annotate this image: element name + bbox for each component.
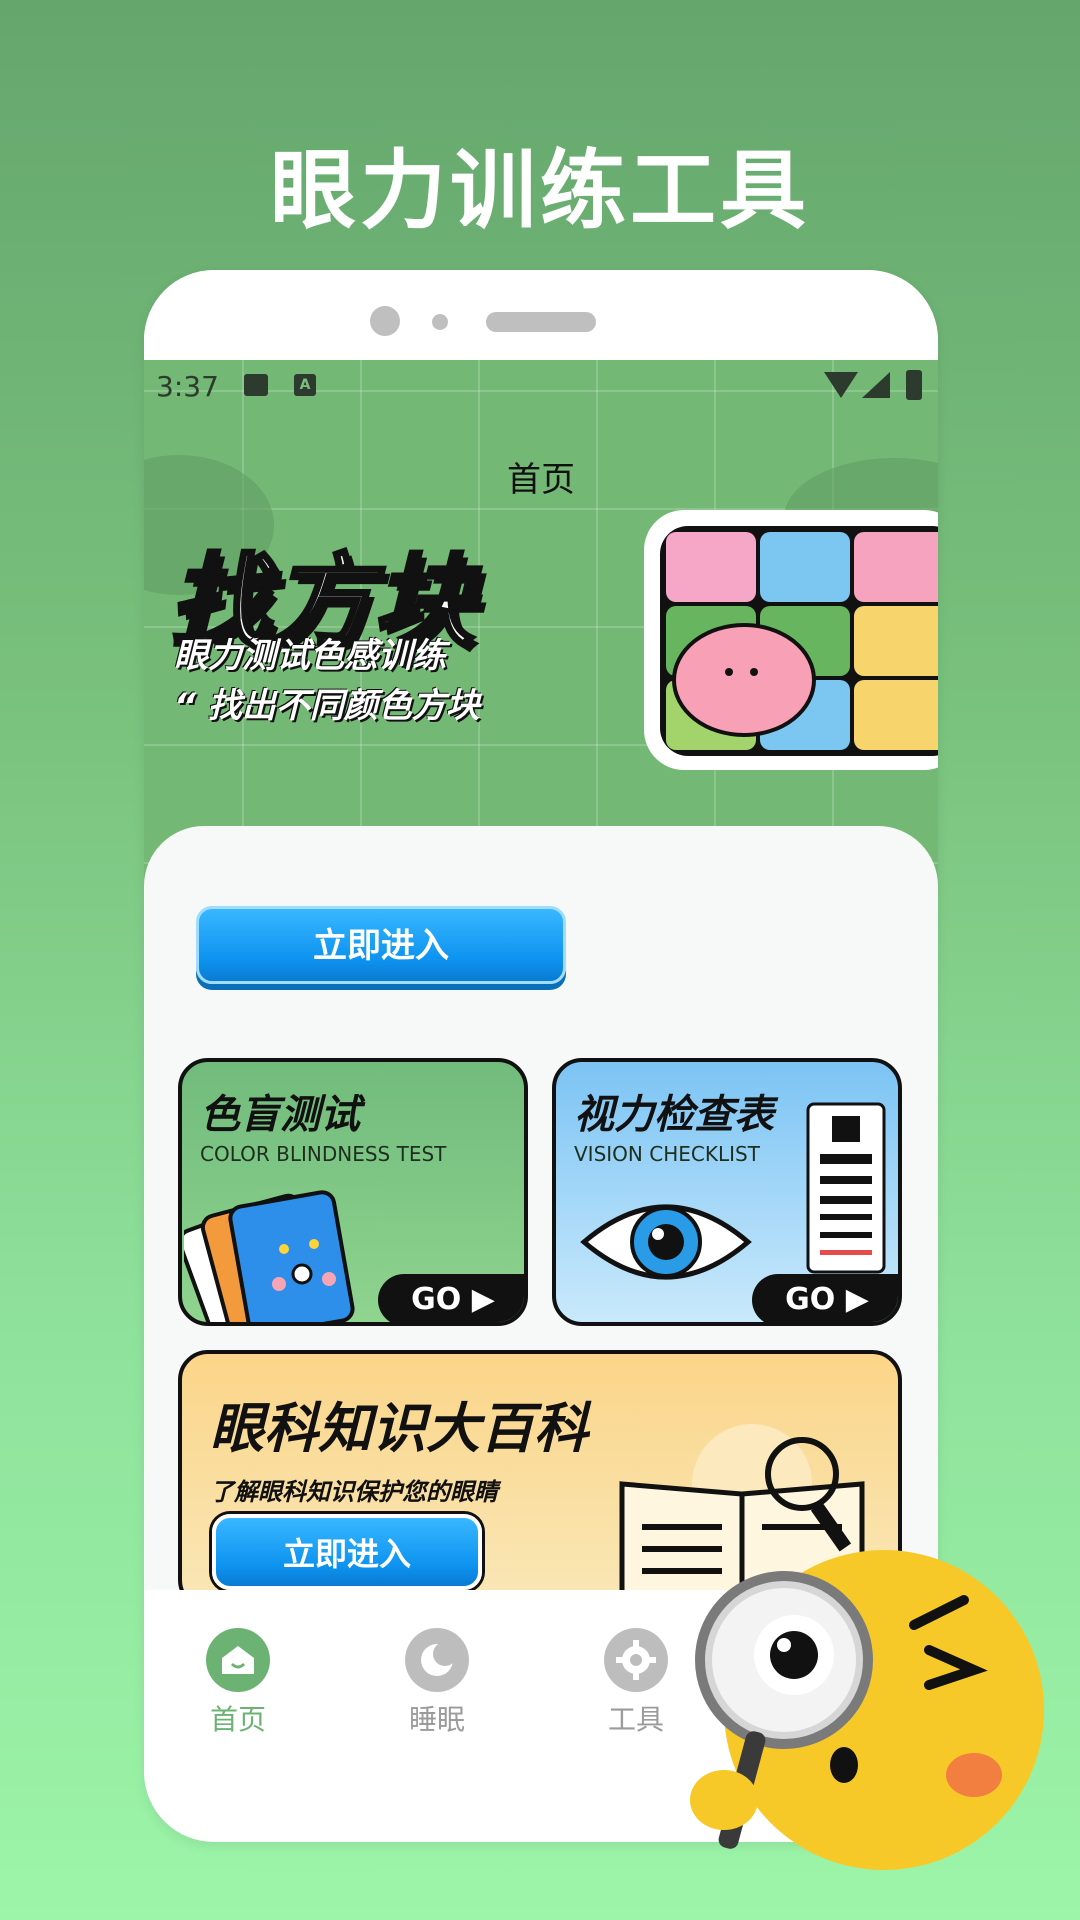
- tab-label: 睡眠: [408, 1703, 465, 1736]
- color-blindness-card[interactable]: 色盲测试 COLOR BLINDNESS TEST GO ▶: [178, 1058, 528, 1326]
- puzzle-illustration: [644, 510, 938, 770]
- card-subtitle: COLOR BLINDNESS TEST: [200, 1142, 447, 1166]
- signal-icon: [862, 372, 890, 398]
- hero-subtitle-1: 眼力测试色感训练: [174, 636, 446, 676]
- enter-now-button[interactable]: 立即进入: [196, 906, 566, 984]
- sensor-icon: [432, 314, 448, 330]
- image-notification-icon: [244, 374, 268, 396]
- phone-top-bezel: [144, 270, 938, 360]
- tab-home[interactable]: 首页: [188, 1628, 288, 1738]
- go-button[interactable]: GO ▶: [378, 1274, 524, 1322]
- wifi-icon: [824, 372, 858, 398]
- tab-sleep[interactable]: 睡眠: [387, 1628, 487, 1738]
- eye-chart-icon: [806, 1102, 886, 1274]
- card-subtitle: VISION CHECKLIST: [574, 1142, 760, 1166]
- vision-chart-card[interactable]: 视力检查表 VISION CHECKLIST GO ▶: [552, 1058, 902, 1326]
- page-title: 首页: [507, 460, 575, 500]
- cards-illustration: [184, 1190, 355, 1322]
- gear-icon: [604, 1628, 668, 1692]
- eye-icon: [580, 1204, 752, 1280]
- encyclopedia-enter-button[interactable]: 立即进入: [212, 1514, 482, 1590]
- home-icon: [206, 1628, 270, 1692]
- main-content: 立即进入 色盲测试 COLOR BLINDNESS TEST GO ▶ 视力检查…: [144, 826, 938, 1626]
- hero-subtitle-2: “ 找出不同颜色方块: [174, 686, 480, 726]
- tab-label: 工具: [607, 1703, 664, 1736]
- battery-icon: [906, 370, 922, 400]
- mascot-emoji-magnifier: [690, 1550, 1044, 1870]
- a-notification-icon: A: [294, 374, 316, 396]
- speaker-grille: [486, 312, 596, 332]
- tab-tools[interactable]: 工具: [586, 1628, 686, 1738]
- status-bar: 3:37 A: [144, 360, 938, 416]
- card-title: 视力检查表: [574, 1092, 774, 1138]
- camera-icon: [370, 306, 400, 336]
- moon-icon: [405, 1628, 469, 1692]
- card-title: 眼科知识大百科: [210, 1397, 588, 1460]
- card-subtitle: 了解眼科知识保护您的眼睛: [210, 1478, 498, 1506]
- tab-label: 首页: [209, 1703, 266, 1736]
- card-title: 色盲测试: [200, 1092, 360, 1138]
- promo-title: 眼力训练工具: [270, 141, 810, 241]
- status-time: 3:37: [156, 370, 219, 403]
- go-button[interactable]: GO ▶: [752, 1274, 898, 1322]
